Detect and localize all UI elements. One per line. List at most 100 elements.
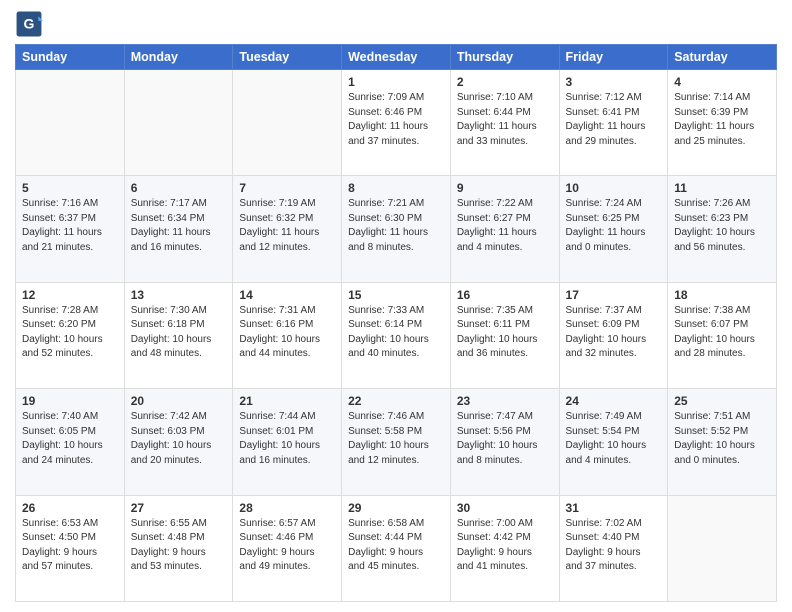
day-info: Sunrise: 7:47 AM Sunset: 5:56 PM Dayligh… <box>457 410 553 468</box>
calendar-cell: 28 Sunrise: 6:57 AM Sunset: 4:46 PM Dayli… <box>233 495 342 601</box>
day-number: 29 <box>348 501 444 515</box>
calendar-cell: 8 Sunrise: 7:21 AM Sunset: 6:30 PM Daylig… <box>342 176 451 282</box>
day-number: 2 <box>457 75 553 89</box>
day-info: Sunrise: 7:12 AM Sunset: 6:41 PM Dayligh… <box>566 91 662 149</box>
day-number: 31 <box>566 501 662 515</box>
day-info: Sunrise: 7:17 AM Sunset: 6:34 PM Dayligh… <box>131 197 227 255</box>
calendar-cell: 1 Sunrise: 7:09 AM Sunset: 6:46 PM Daylig… <box>342 70 451 176</box>
calendar-cell: 2 Sunrise: 7:10 AM Sunset: 6:44 PM Daylig… <box>450 70 559 176</box>
day-info: Sunrise: 7:19 AM Sunset: 6:32 PM Dayligh… <box>239 197 335 255</box>
day-info: Sunrise: 7:37 AM Sunset: 6:09 PM Dayligh… <box>566 304 662 362</box>
day-info: Sunrise: 7:00 AM Sunset: 4:42 PM Dayligh… <box>457 517 553 575</box>
calendar-cell: 27 Sunrise: 6:55 AM Sunset: 4:48 PM Dayli… <box>124 495 233 601</box>
calendar-cell: 30 Sunrise: 7:00 AM Sunset: 4:42 PM Dayli… <box>450 495 559 601</box>
day-info: Sunrise: 6:53 AM Sunset: 4:50 PM Dayligh… <box>22 517 118 575</box>
day-number: 22 <box>348 394 444 408</box>
svg-text:G: G <box>24 16 35 32</box>
day-number: 19 <box>22 394 118 408</box>
day-info: Sunrise: 7:28 AM Sunset: 6:20 PM Dayligh… <box>22 304 118 362</box>
calendar-cell: 9 Sunrise: 7:22 AM Sunset: 6:27 PM Daylig… <box>450 176 559 282</box>
day-number: 15 <box>348 288 444 302</box>
calendar-cell: 26 Sunrise: 6:53 AM Sunset: 4:50 PM Dayli… <box>16 495 125 601</box>
calendar-cell: 20 Sunrise: 7:42 AM Sunset: 6:03 PM Dayli… <box>124 389 233 495</box>
calendar-cell: 3 Sunrise: 7:12 AM Sunset: 6:41 PM Daylig… <box>559 70 668 176</box>
calendar-cell: 15Sunrise: 7:33 AM Sunset: 6:14 PM Dayli… <box>342 282 451 388</box>
day-number: 5 <box>22 181 118 195</box>
calendar-cell: 11 Sunrise: 7:26 AM Sunset: 6:23 PM Dayli… <box>668 176 777 282</box>
day-number: 9 <box>457 181 553 195</box>
weekday-header-monday: Monday <box>124 45 233 70</box>
day-info: Sunrise: 7:16 AM Sunset: 6:37 PM Dayligh… <box>22 197 118 255</box>
weekday-header-saturday: Saturday <box>668 45 777 70</box>
day-info: Sunrise: 6:55 AM Sunset: 4:48 PM Dayligh… <box>131 517 227 575</box>
day-number: 30 <box>457 501 553 515</box>
day-info: Sunrise: 6:57 AM Sunset: 4:46 PM Dayligh… <box>239 517 335 575</box>
weekday-header-friday: Friday <box>559 45 668 70</box>
day-info: Sunrise: 7:40 AM Sunset: 6:05 PM Dayligh… <box>22 410 118 468</box>
day-info: Sunrise: 7:31 AM Sunset: 6:16 PM Dayligh… <box>239 304 335 362</box>
calendar-cell: 19 Sunrise: 7:40 AM Sunset: 6:05 PM Dayli… <box>16 389 125 495</box>
calendar-cell: 14 Sunrise: 7:31 AM Sunset: 6:16 PM Dayli… <box>233 282 342 388</box>
day-number: 11 <box>674 181 770 195</box>
calendar-cell: 31 Sunrise: 7:02 AM Sunset: 4:40 PM Dayli… <box>559 495 668 601</box>
day-number: 8 <box>348 181 444 195</box>
day-info: Sunrise: 7:35 AM Sunset: 6:11 PM Dayligh… <box>457 304 553 362</box>
day-info: Sunrise: 7:51 AM Sunset: 5:52 PM Dayligh… <box>674 410 770 468</box>
day-info: Sunrise: 7:22 AM Sunset: 6:27 PM Dayligh… <box>457 197 553 255</box>
day-number: 13 <box>131 288 227 302</box>
page: G SundayMondayTuesdayWednesdayThursdayFr… <box>0 0 792 612</box>
day-info: Sunrise: 7:02 AM Sunset: 4:40 PM Dayligh… <box>566 517 662 575</box>
weekday-header-thursday: Thursday <box>450 45 559 70</box>
day-info: Sunrise: 7:44 AM Sunset: 6:01 PM Dayligh… <box>239 410 335 468</box>
day-number: 27 <box>131 501 227 515</box>
calendar-header: SundayMondayTuesdayWednesdayThursdayFrid… <box>16 45 777 70</box>
day-info: Sunrise: 7:38 AM Sunset: 6:07 PM Dayligh… <box>674 304 770 362</box>
calendar-cell: 23Sunrise: 7:47 AM Sunset: 5:56 PM Dayli… <box>450 389 559 495</box>
week-row-0: 1 Sunrise: 7:09 AM Sunset: 6:46 PM Daylig… <box>16 70 777 176</box>
day-number: 18 <box>674 288 770 302</box>
day-number: 26 <box>22 501 118 515</box>
day-number: 4 <box>674 75 770 89</box>
day-number: 3 <box>566 75 662 89</box>
day-info: Sunrise: 7:09 AM Sunset: 6:46 PM Dayligh… <box>348 91 444 149</box>
weekday-header-wednesday: Wednesday <box>342 45 451 70</box>
calendar-cell: 22 Sunrise: 7:46 AM Sunset: 5:58 PM Dayli… <box>342 389 451 495</box>
day-number: 12 <box>22 288 118 302</box>
day-number: 14 <box>239 288 335 302</box>
day-info: Sunrise: 7:26 AM Sunset: 6:23 PM Dayligh… <box>674 197 770 255</box>
calendar-cell <box>233 70 342 176</box>
logo: G <box>15 10 46 38</box>
day-number: 25 <box>674 394 770 408</box>
calendar-cell: 29 Sunrise: 6:58 AM Sunset: 4:44 PM Dayli… <box>342 495 451 601</box>
day-number: 20 <box>131 394 227 408</box>
calendar-cell: 16Sunrise: 7:35 AM Sunset: 6:11 PM Dayli… <box>450 282 559 388</box>
day-info: Sunrise: 7:46 AM Sunset: 5:58 PM Dayligh… <box>348 410 444 468</box>
week-row-2: 12 Sunrise: 7:28 AM Sunset: 6:20 PM Dayli… <box>16 282 777 388</box>
day-number: 6 <box>131 181 227 195</box>
day-info: Sunrise: 7:49 AM Sunset: 5:54 PM Dayligh… <box>566 410 662 468</box>
calendar-body: 1 Sunrise: 7:09 AM Sunset: 6:46 PM Daylig… <box>16 70 777 602</box>
day-info: Sunrise: 7:21 AM Sunset: 6:30 PM Dayligh… <box>348 197 444 255</box>
day-info: Sunrise: 7:24 AM Sunset: 6:25 PM Dayligh… <box>566 197 662 255</box>
day-info: Sunrise: 7:10 AM Sunset: 6:44 PM Dayligh… <box>457 91 553 149</box>
week-row-1: 5 Sunrise: 7:16 AM Sunset: 6:37 PM Daylig… <box>16 176 777 282</box>
day-info: Sunrise: 6:58 AM Sunset: 4:44 PM Dayligh… <box>348 517 444 575</box>
calendar-cell: 13 Sunrise: 7:30 AM Sunset: 6:18 PM Dayli… <box>124 282 233 388</box>
day-info: Sunrise: 7:14 AM Sunset: 6:39 PM Dayligh… <box>674 91 770 149</box>
day-number: 1 <box>348 75 444 89</box>
day-number: 28 <box>239 501 335 515</box>
day-info: Sunrise: 7:30 AM Sunset: 6:18 PM Dayligh… <box>131 304 227 362</box>
day-number: 24 <box>566 394 662 408</box>
day-info: Sunrise: 7:42 AM Sunset: 6:03 PM Dayligh… <box>131 410 227 468</box>
calendar-cell: 25 Sunrise: 7:51 AM Sunset: 5:52 PM Dayli… <box>668 389 777 495</box>
calendar-cell: 4 Sunrise: 7:14 AM Sunset: 6:39 PM Daylig… <box>668 70 777 176</box>
calendar-cell: 17 Sunrise: 7:37 AM Sunset: 6:09 PM Dayli… <box>559 282 668 388</box>
calendar-cell <box>16 70 125 176</box>
calendar-cell: 18 Sunrise: 7:38 AM Sunset: 6:07 PM Dayli… <box>668 282 777 388</box>
day-number: 17 <box>566 288 662 302</box>
weekday-header-tuesday: Tuesday <box>233 45 342 70</box>
week-row-4: 26 Sunrise: 6:53 AM Sunset: 4:50 PM Dayli… <box>16 495 777 601</box>
day-number: 10 <box>566 181 662 195</box>
calendar-cell: 5 Sunrise: 7:16 AM Sunset: 6:37 PM Daylig… <box>16 176 125 282</box>
calendar-table: SundayMondayTuesdayWednesdayThursdayFrid… <box>15 44 777 602</box>
